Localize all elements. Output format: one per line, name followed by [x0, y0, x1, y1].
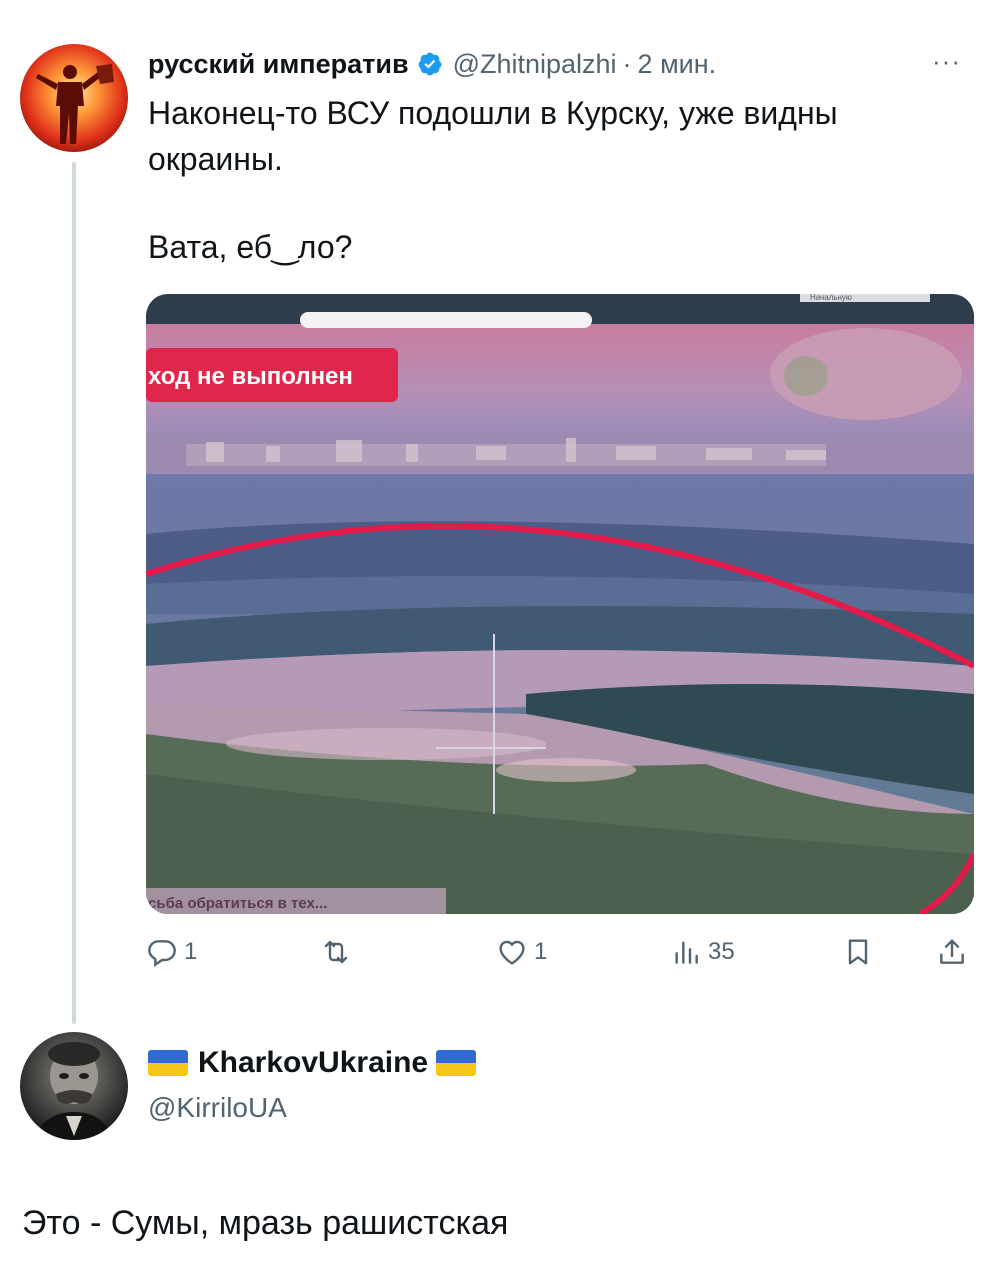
- reply-button[interactable]: 1: [146, 936, 197, 968]
- reply-handle[interactable]: @KirriloUA: [148, 1092, 476, 1124]
- like-count: 1: [534, 938, 548, 965]
- tweet-text-line-1: Наконец-то ВСУ подошли в Курску, уже вид…: [148, 95, 838, 177]
- media-top-right-text: Начальную: [810, 294, 852, 302]
- thread-line: [72, 162, 76, 1024]
- media-banner-text: ход не выполнен: [148, 363, 353, 390]
- retweet-button[interactable]: [320, 936, 358, 968]
- reply-count: 1: [184, 938, 198, 965]
- more-options-icon[interactable]: ···: [932, 46, 961, 77]
- handle[interactable]: @Zhitnipalzhi: [453, 49, 617, 80]
- reply-icon: [148, 940, 176, 967]
- user-avatar[interactable]: [20, 44, 128, 152]
- reply-display-name[interactable]: KharkovUkraine: [198, 1046, 428, 1080]
- separator: ·: [622, 48, 632, 79]
- tweet-text-line-2: Вата, еб‿ло?: [148, 229, 353, 265]
- media-photo: Начальную ход не выполнен сьба обратитьс…: [146, 294, 974, 914]
- media-glare: [300, 312, 592, 328]
- display-name[interactable]: русский императив: [148, 49, 409, 80]
- like-button[interactable]: 1: [496, 936, 547, 968]
- views-icon: [675, 941, 698, 964]
- views-button[interactable]: 35: [670, 936, 735, 968]
- bookmark-button[interactable]: [842, 936, 874, 968]
- reply-display-name-row[interactable]: KharkovUkraine: [148, 1044, 477, 1082]
- heart-icon: [499, 940, 525, 965]
- reply-header: KharkovUkraine @KirriloUA: [148, 1044, 477, 1124]
- reply-text: Это - Сумы, мразь рашистская: [22, 1204, 509, 1242]
- ukraine-flag-icon: [148, 1050, 188, 1076]
- tweet-actions: 1 1 35: [146, 936, 976, 976]
- retweet-icon: [324, 940, 348, 964]
- views-count: 35: [708, 938, 735, 965]
- timestamp[interactable]: 2 мин.: [638, 49, 717, 80]
- media-bottom-text: сьба обратиться в тех...: [148, 895, 327, 912]
- tweet-header: русский императив @Zhitnipalzhi · 2 мин.: [148, 44, 716, 84]
- verified-badge-icon: [417, 51, 443, 77]
- avatar-image: [20, 44, 128, 152]
- tweet-media-image[interactable]: Начальную ход не выполнен сьба обратитьс…: [146, 294, 974, 914]
- tweet-text: Наконец-то ВСУ подошли в Курску, уже вид…: [148, 90, 968, 270]
- share-icon: [940, 939, 964, 964]
- reply-avatar-image: [20, 1032, 128, 1140]
- reply-user-avatar[interactable]: [20, 1032, 128, 1140]
- share-button[interactable]: [936, 936, 968, 968]
- ukraine-flag-icon: [436, 1050, 477, 1076]
- bookmark-icon: [848, 939, 868, 965]
